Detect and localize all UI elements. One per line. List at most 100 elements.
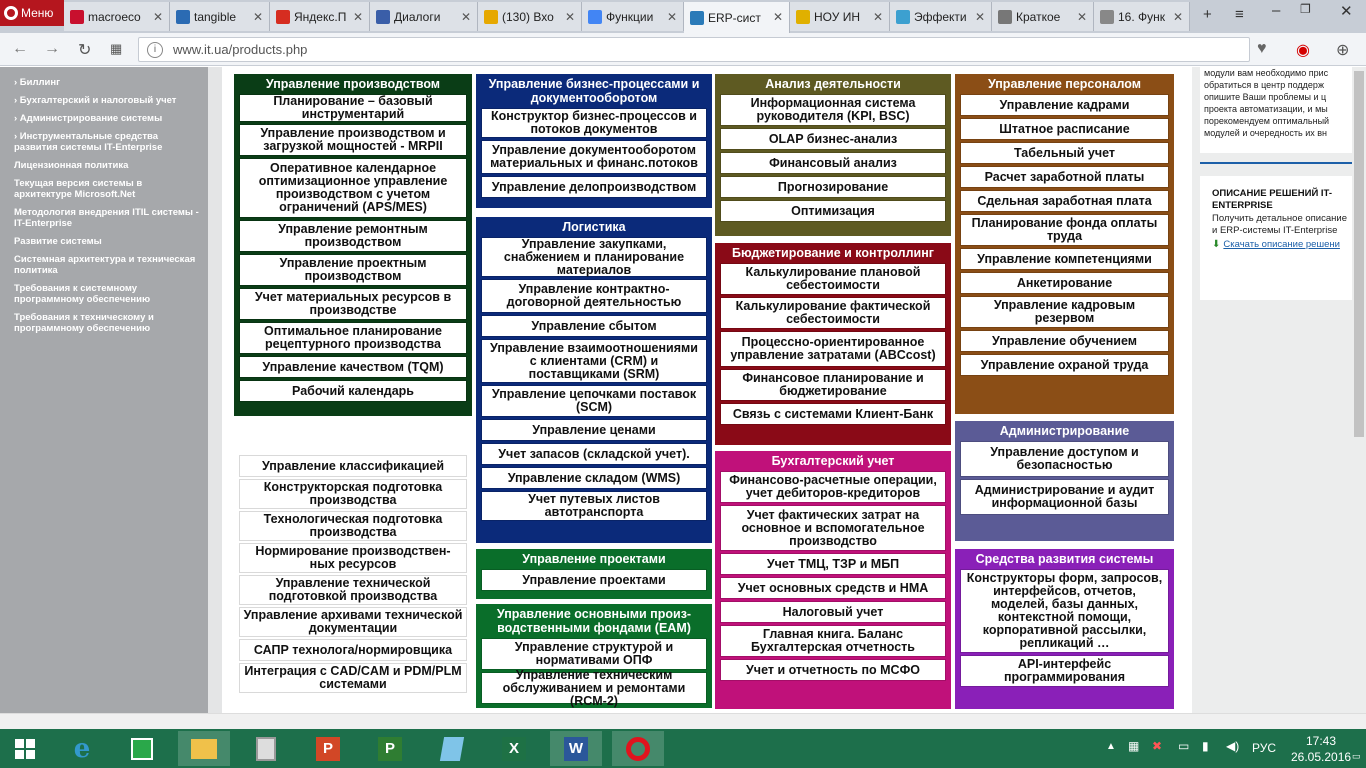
module-item[interactable]: Управление производством и загрузкой мощ…	[239, 124, 467, 156]
sidebar-link[interactable]: Требования к техническому и программному…	[14, 312, 202, 334]
calculator-taskbar-icon[interactable]	[240, 731, 292, 766]
minimize-icon[interactable]: –	[1272, 2, 1280, 19]
opera-menu-button[interactable]: Меню	[0, 0, 64, 26]
module-item[interactable]: OLAP бизнес-анализ	[720, 128, 946, 150]
notepad-taskbar-icon[interactable]	[426, 731, 478, 766]
site-info-icon[interactable]: i	[147, 42, 163, 58]
module-item[interactable]: Прогнозирование	[720, 176, 946, 198]
module-item[interactable]: Управление архивами технической документ…	[239, 607, 467, 637]
browser-tab[interactable]: Краткое ✕	[992, 2, 1094, 31]
module-item[interactable]: Учет ТМЦ, ТЗР и МБП	[720, 553, 946, 575]
sidebar-link[interactable]: Развитие системы	[14, 236, 202, 247]
word-taskbar-icon[interactable]: W	[550, 731, 602, 766]
browser-tab[interactable]: Яндекс.П ✕	[270, 2, 370, 31]
tab-close-icon[interactable]: ✕	[1077, 10, 1087, 24]
module-item[interactable]: Управление проектами	[481, 569, 707, 591]
tab-close-icon[interactable]: ✕	[873, 10, 883, 24]
module-item[interactable]: Управление техническим обслуживанием и р…	[481, 668, 707, 707]
module-item[interactable]: Расчет заработной платы	[960, 166, 1169, 188]
module-item[interactable]: Финансово-расчетные операции, учет дебит…	[720, 471, 946, 503]
sidebar-link[interactable]: Лицензионная политика	[14, 160, 202, 171]
module-item[interactable]: Сдельная заработная плата	[960, 190, 1169, 212]
opera-taskbar-icon[interactable]	[612, 731, 664, 766]
browser-tab[interactable]: НОУ ИН ✕	[790, 2, 890, 31]
tab-close-icon[interactable]: ✕	[353, 10, 363, 24]
module-item[interactable]: Главная книга. Баланс Бухгалтерская отче…	[720, 625, 946, 657]
powerpoint-taskbar-icon[interactable]: P	[302, 731, 354, 766]
module-item[interactable]: Оптимизация	[720, 200, 946, 222]
tab-close-icon[interactable]: ✕	[1173, 10, 1183, 24]
module-item[interactable]: Управление ремонтным производством	[239, 220, 467, 252]
module-item[interactable]: Управление проектным производством	[239, 254, 467, 286]
horizontal-scrollbar[interactable]	[0, 713, 1366, 729]
module-item[interactable]: Учет запасов (складской учет).	[481, 443, 707, 465]
download-icon[interactable]: ⊕	[1336, 40, 1349, 60]
tab-menu-icon[interactable]: ≡	[1235, 6, 1244, 23]
bookmark-heart-icon[interactable]: ♥	[1257, 40, 1267, 58]
module-item[interactable]: Технологическая подготовка производства	[239, 511, 467, 541]
module-item[interactable]: Финансовый анализ	[720, 152, 946, 174]
browser-tab[interactable]: macroeco ✕	[64, 2, 170, 31]
module-item[interactable]: Управление охраной труда	[960, 354, 1169, 376]
module-item[interactable]: Управление классификацией	[239, 455, 467, 477]
download-description-link[interactable]: Скачать описание решени	[1223, 239, 1340, 250]
browser-tab[interactable]: ERP-сист ✕	[684, 2, 790, 33]
module-item[interactable]: Планирование – базовый инструментарий	[239, 94, 467, 122]
close-window-icon[interactable]: ✕	[1340, 2, 1353, 20]
start-button[interactable]	[0, 731, 50, 766]
module-item[interactable]: Управление структурой и нормативами ОПФ	[481, 638, 707, 670]
module-item[interactable]: Управление кадровым резервом	[960, 296, 1169, 328]
module-item[interactable]: Конструктор бизнес-процессов и потоков д…	[481, 108, 707, 138]
new-tab-icon[interactable]: +	[1203, 6, 1212, 23]
module-item[interactable]: Управление доступом и безопасностью	[960, 441, 1169, 477]
clock-time[interactable]: 17:43	[1306, 734, 1336, 748]
module-item[interactable]: Управление ценами	[481, 419, 707, 441]
module-item[interactable]: Управление сбытом	[481, 315, 707, 337]
module-item[interactable]: Оперативное календарное оптимизационное …	[239, 158, 467, 218]
module-item[interactable]: Управление взаимоотношениями с клиентами…	[481, 339, 707, 383]
module-item[interactable]: API-интерфейс программирования	[960, 655, 1169, 687]
sidebar-link[interactable]: Требования к системному программному обе…	[14, 283, 202, 305]
back-icon[interactable]: ←	[12, 40, 28, 58]
vertical-scrollbar[interactable]	[1352, 67, 1366, 713]
module-item[interactable]: Управление кадрами	[960, 94, 1169, 116]
module-item[interactable]: Учет и отчетность по МСФО	[720, 659, 946, 681]
module-item[interactable]: Конструкторская подготовка производства	[239, 479, 467, 509]
project-taskbar-icon[interactable]: P	[364, 731, 416, 766]
browser-tab[interactable]: Диалоги ✕	[370, 2, 478, 31]
sidebar-link[interactable]: › Биллинг	[14, 77, 202, 88]
sidebar-link[interactable]: Методология внедрения ITIL системы - IT-…	[14, 207, 202, 229]
sidebar-link[interactable]: › Администрирование системы	[14, 113, 202, 124]
sidebar-link[interactable]: Системная архитектура и техническая поли…	[14, 254, 202, 276]
tab-close-icon[interactable]: ✕	[975, 10, 985, 24]
module-item[interactable]: Нормирование производствен-ных ресурсов	[239, 543, 467, 573]
module-item[interactable]: Управление технической подготовкой произ…	[239, 575, 467, 605]
sidebar-link[interactable]: › Бухгалтерский и налоговый учет	[14, 95, 202, 106]
module-item[interactable]: Управление цепочками поставок (SCM)	[481, 385, 707, 417]
module-item[interactable]: Управление складом (WMS)	[481, 467, 707, 489]
language-indicator[interactable]: РУС	[1252, 741, 1276, 755]
module-item[interactable]: Учет материальных ресурсов в производств…	[239, 288, 467, 320]
module-item[interactable]: Учет фактических затрат на основное и вс…	[720, 505, 946, 551]
notifications-icon[interactable]: ▭	[1352, 751, 1361, 762]
module-item[interactable]: Оптимальное планирование рецептурного пр…	[239, 322, 467, 354]
tab-close-icon[interactable]: ✕	[773, 10, 783, 24]
module-item[interactable]: Учет путевых листов автотранспорта	[481, 491, 707, 521]
browser-tab[interactable]: Эффекти ✕	[890, 2, 992, 31]
module-item[interactable]: Управление компетенциями	[960, 248, 1169, 270]
module-item[interactable]: Табельный учет	[960, 142, 1169, 164]
tray-expand-icon[interactable]: ▲	[1106, 741, 1116, 752]
module-item[interactable]: Управление документооборотом материальны…	[481, 140, 707, 174]
module-item[interactable]: Налоговый учет	[720, 601, 946, 623]
browser-tab[interactable]: Функции ✕	[582, 2, 684, 31]
module-item[interactable]: Штатное расписание	[960, 118, 1169, 140]
module-item[interactable]: Анкетирование	[960, 272, 1169, 294]
tab-close-icon[interactable]: ✕	[667, 10, 677, 24]
module-item[interactable]: Администрирование и аудит информационной…	[960, 479, 1169, 515]
module-item[interactable]: САПР технолога/нормировщика	[239, 639, 467, 661]
module-item[interactable]: Рабочий календарь	[239, 380, 467, 402]
explorer-taskbar-icon[interactable]	[178, 731, 230, 766]
tab-close-icon[interactable]: ✕	[461, 10, 471, 24]
maximize-icon[interactable]: ❐	[1300, 2, 1311, 16]
forward-icon[interactable]: →	[44, 40, 60, 58]
